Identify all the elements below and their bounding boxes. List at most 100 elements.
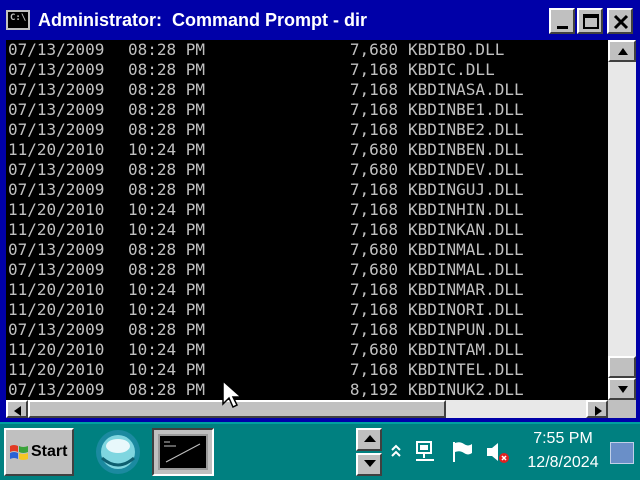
taskbar: Start 7:55 PM 12/8/2024 <box>0 422 640 480</box>
entry-date: 07/13/2009 <box>8 180 105 199</box>
dir-listing-line: 07/13/2009 08:28 PM 7,168 KBDIC.DLL <box>6 60 608 80</box>
taskbar-app-command-prompt[interactable] <box>152 428 214 476</box>
entry-time: 10:24 PM <box>128 140 206 159</box>
entry-time: 08:28 PM <box>128 320 206 339</box>
entry-filename: KBDINTAM.DLL <box>408 340 524 359</box>
vertical-scroll-thumb[interactable] <box>608 356 636 378</box>
entry-size: 7,680 <box>349 240 398 259</box>
arrow-down-icon <box>364 460 376 467</box>
entry-filename: KBDINKAN.DLL <box>408 220 524 239</box>
entry-filename: KBDINMAR.DLL <box>408 280 524 299</box>
dir-listing-line: 07/13/2009 08:28 PM 7,680 KBDINMAL.DLL <box>6 240 608 260</box>
entry-filename: KBDINGUJ.DLL <box>408 180 524 199</box>
clock-time[interactable]: 7:55 PM <box>508 430 618 448</box>
entry-size: 7,168 <box>349 360 398 379</box>
entry-time: 08:28 PM <box>128 160 206 179</box>
close-icon <box>613 14 629 30</box>
taskbar-app-orb[interactable] <box>88 428 150 476</box>
entry-size: 7,680 <box>349 140 398 159</box>
scroll-down-button[interactable] <box>608 378 636 400</box>
entry-filename: KBDINHIN.DLL <box>408 200 524 219</box>
start-button[interactable]: Start <box>4 428 74 476</box>
entry-size: 7,680 <box>349 40 398 59</box>
scroll-up-button[interactable] <box>608 40 636 62</box>
entry-time: 08:28 PM <box>128 60 206 79</box>
entry-time: 10:24 PM <box>128 300 206 319</box>
entry-time: 08:28 PM <box>128 120 206 139</box>
entry-filename: KBDINPUN.DLL <box>408 320 524 339</box>
close-button[interactable] <box>607 8 633 34</box>
minimize-icon <box>557 26 568 29</box>
network-icon[interactable] <box>414 440 442 464</box>
entry-filename: KBDINBE1.DLL <box>408 100 524 119</box>
entry-size: 7,168 <box>349 120 398 139</box>
scroll-right-button[interactable] <box>586 400 608 418</box>
entry-filename: KBDIC.DLL <box>408 60 495 79</box>
taskbar-scroll-up-button[interactable] <box>356 428 382 451</box>
entry-date: 07/13/2009 <box>8 120 105 139</box>
arrow-right-icon <box>595 406 602 416</box>
entry-date: 11/20/2010 <box>8 280 105 299</box>
entry-size: 7,680 <box>349 340 398 359</box>
dir-listing-line: 07/13/2009 08:28 PM 7,680 KBDINMAL.DLL <box>6 260 608 280</box>
title-bar[interactable]: C:\ Administrator: Command Prompt - dir <box>0 0 640 40</box>
dir-listing-line: 07/13/2009 08:28 PM 7,680 KBDIBO.DLL <box>6 40 608 60</box>
entry-time: 08:28 PM <box>128 40 206 59</box>
entry-time: 10:24 PM <box>128 360 206 379</box>
minimize-button[interactable] <box>549 8 575 34</box>
start-label: Start <box>31 443 68 460</box>
entry-filename: KBDINBEN.DLL <box>408 140 524 159</box>
entry-size: 8,192 <box>349 380 398 399</box>
entry-date: 11/20/2010 <box>8 200 105 219</box>
entry-filename: KBDINASA.DLL <box>408 80 524 99</box>
entry-date: 07/13/2009 <box>8 240 105 259</box>
scroll-left-button[interactable] <box>6 400 28 418</box>
show-desktop-button[interactable] <box>610 442 634 464</box>
dir-listing-line: 07/13/2009 08:28 PM 7,168 KBDINGUJ.DLL <box>6 180 608 200</box>
command-prompt-thumbnail-icon <box>158 434 208 470</box>
size-grip[interactable] <box>608 400 636 418</box>
entry-date: 07/13/2009 <box>8 40 105 59</box>
entry-size: 7,168 <box>349 220 398 239</box>
entry-size: 7,168 <box>349 100 398 119</box>
entry-filename: KBDINBE2.DLL <box>408 120 524 139</box>
dir-listing-line: 11/20/2010 10:24 PM 7,168 KBDINORI.DLL <box>6 300 608 320</box>
entry-size: 7,168 <box>349 80 398 99</box>
entry-size: 7,168 <box>349 280 398 299</box>
command-prompt-window[interactable]: C:\ Administrator: Command Prompt - dir … <box>0 0 640 422</box>
dir-listing-line: 11/20/2010 10:24 PM 7,680 KBDINTAM.DLL <box>6 340 608 360</box>
entry-time: 08:28 PM <box>128 80 206 99</box>
console-output[interactable]: 07/13/2009 08:28 PM 7,680 KBDIBO.DLL 07/13/2… <box>6 40 608 400</box>
maximize-button[interactable] <box>577 8 603 34</box>
entry-size: 7,168 <box>349 60 398 79</box>
arrow-up-icon <box>364 435 376 442</box>
entry-filename: KBDINTEL.DLL <box>408 360 524 379</box>
console-icon[interactable]: C:\ <box>6 10 30 30</box>
maximize-icon <box>583 14 599 29</box>
windows-logo-icon <box>10 445 28 460</box>
entry-date: 07/13/2009 <box>8 80 105 99</box>
clock-date[interactable]: 12/8/2024 <box>508 454 618 472</box>
dir-listing-line: 07/13/2009 08:28 PM 7,168 KBDINBE1.DLL <box>6 100 608 120</box>
horizontal-scrollbar[interactable] <box>6 400 608 418</box>
dir-listing-line: 07/13/2009 08:28 PM 8,192 KBDINUK2.DLL <box>6 380 608 400</box>
dir-listing-line: 07/13/2009 08:28 PM 7,168 KBDINASA.DLL <box>6 80 608 100</box>
flag-icon[interactable] <box>450 440 478 464</box>
entry-date: 11/20/2010 <box>8 140 105 159</box>
mouse-pointer-icon <box>222 380 243 409</box>
chevron-up-icon[interactable] <box>388 440 416 464</box>
arrow-up-icon <box>618 48 628 55</box>
taskbar-scroller <box>356 428 382 476</box>
entry-date: 11/20/2010 <box>8 220 105 239</box>
window-title: Administrator: Command Prompt - dir <box>38 10 368 30</box>
taskbar-scroll-down-button[interactable] <box>356 453 382 476</box>
entry-date: 11/20/2010 <box>8 300 105 319</box>
dir-listing-line: 11/20/2010 10:24 PM 7,168 KBDINMAR.DLL <box>6 280 608 300</box>
orb-app-icon <box>96 430 140 474</box>
entry-filename: KBDINUK2.DLL <box>408 380 524 399</box>
entry-filename: KBDIBO.DLL <box>408 40 505 59</box>
vertical-scrollbar[interactable] <box>608 40 636 400</box>
entry-size: 7,168 <box>349 200 398 219</box>
entry-date: 07/13/2009 <box>8 160 105 179</box>
entry-time: 10:24 PM <box>128 340 206 359</box>
